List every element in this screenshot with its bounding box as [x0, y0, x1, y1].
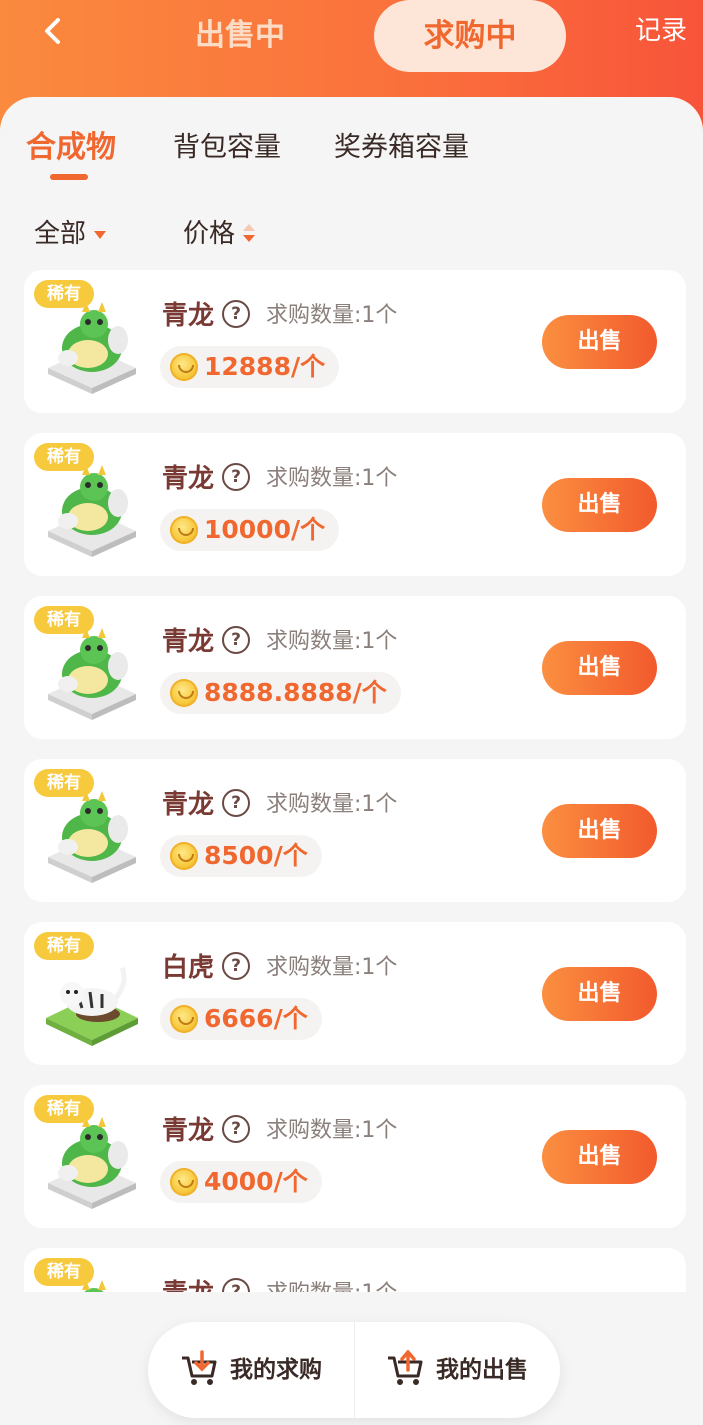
list-item: 稀有 青龙 ? 求购数量:1个 8888.8888/个 出售 — [24, 596, 686, 739]
item-quantity: 求购数量:1个 — [266, 629, 398, 654]
sell-button[interactable]: 出售 — [542, 478, 657, 532]
help-icon[interactable]: ? — [222, 952, 250, 980]
coin-icon — [170, 353, 198, 381]
item-price: 6666/个 — [160, 998, 322, 1040]
help-icon[interactable]: ? — [222, 1115, 250, 1143]
my-sell-button[interactable]: 我的出售 — [436, 1322, 528, 1418]
coin-icon — [170, 679, 198, 707]
price-value: 12888/个 — [204, 352, 326, 381]
list-item: 稀有 青龙 ? 求购数量:1个 8500/个 出售 — [24, 759, 686, 902]
category-filter-label: 全部 — [34, 219, 87, 249]
item-name: 青龙 — [162, 301, 215, 331]
price-value: 8888.8888/个 — [204, 678, 387, 707]
help-icon[interactable]: ? — [222, 300, 250, 328]
active-tab-indicator — [50, 174, 88, 180]
green-dragon-icon — [42, 296, 142, 396]
item-price: 12888/个 — [160, 346, 340, 388]
item-name: 青龙 — [162, 1116, 215, 1146]
help-icon[interactable]: ? — [222, 789, 250, 817]
my-buy-button[interactable]: 我的求购 — [230, 1322, 322, 1418]
purchase-list: 稀有 青龙 ? 求购数量:1个 12888/个 出售 稀有 青龙 ? 求购数量:… — [24, 270, 686, 1292]
item-price: 4000/个 — [160, 1161, 322, 1203]
item-price: 8500/个 — [160, 835, 322, 877]
rarity-badge: 稀有 — [34, 280, 94, 308]
rarity-badge: 稀有 — [34, 769, 94, 797]
bottom-divider — [354, 1322, 355, 1418]
item-name: 青龙 — [162, 627, 215, 657]
help-icon[interactable]: ? — [222, 1278, 250, 1292]
back-icon[interactable] — [36, 14, 70, 48]
item-price: 10000/个 — [160, 509, 340, 551]
caret-down-icon — [94, 230, 107, 239]
list-item: 稀有 青龙 ? 求购数量:1个 4000/个 出售 — [24, 1085, 686, 1228]
item-quantity: 求购数量:1个 — [266, 1274, 397, 1292]
price-sort-label: 价格 — [183, 219, 236, 249]
sell-button[interactable]: 出售 — [542, 641, 657, 695]
rarity-badge: 稀有 — [34, 1258, 94, 1286]
item-quantity: 求购数量:1个 — [266, 792, 398, 817]
item-price: 8888.8888/个 — [160, 672, 401, 714]
price-value: 6666/个 — [204, 1004, 308, 1033]
item-name: 青龙 — [162, 464, 215, 494]
green-dragon-icon — [42, 1111, 142, 1211]
rarity-badge: 稀有 — [34, 1095, 94, 1123]
sell-button[interactable]: 出售 — [542, 967, 657, 1021]
price-sort[interactable]: 价格 — [183, 212, 256, 256]
item-name: 白虎 — [162, 953, 215, 983]
list-item: 稀有 青龙 ? 求购数量:1个 12888/个 出售 — [24, 270, 686, 413]
tab-selling[interactable]: 出售中 — [160, 6, 320, 66]
price-value: 8500/个 — [204, 841, 308, 870]
item-quantity: 求购数量:1个 — [266, 1118, 398, 1143]
coin-icon — [170, 1005, 198, 1033]
sell-button[interactable]: 出售 — [542, 1130, 657, 1184]
category-filter[interactable]: 全部 — [34, 212, 107, 256]
coin-icon — [170, 1168, 198, 1196]
tab-ticket-box-capacity[interactable]: 奖券箱容量 — [334, 128, 469, 168]
price-value: 4000/个 — [204, 1167, 308, 1196]
item-quantity: 求购数量:1个 — [266, 466, 398, 491]
coin-icon — [170, 842, 198, 870]
item-name: 青龙 — [162, 790, 215, 820]
green-dragon-icon — [42, 622, 142, 722]
item-name: 青龙 — [162, 1274, 214, 1292]
sell-button[interactable]: 出售 — [542, 315, 657, 369]
green-dragon-icon — [42, 785, 142, 885]
coin-icon — [170, 516, 198, 544]
cart-download-icon[interactable] — [180, 1350, 218, 1388]
list-item: 稀有 青龙 ? 求购数量:1个 10000/个 出售 — [24, 433, 686, 576]
tab-synthetic[interactable]: 合成物 — [26, 128, 116, 168]
green-dragon-icon — [42, 459, 142, 559]
white-tiger-icon — [42, 948, 142, 1048]
sort-icon — [243, 223, 256, 246]
tab-buying[interactable]: 求购中 — [374, 0, 566, 72]
cart-upload-icon[interactable] — [386, 1349, 424, 1388]
tab-backpack-capacity[interactable]: 背包容量 — [173, 128, 281, 168]
list-item: 稀有 青龙 ? 求购数量:1个 出售 — [24, 1248, 686, 1292]
rarity-badge: 稀有 — [34, 932, 94, 960]
list-item: 稀有 白虎 ? 求购数量:1个 6666/个 出售 — [24, 922, 686, 1065]
rarity-badge: 稀有 — [34, 606, 94, 634]
category-tabs: 合成物 背包容量 奖券箱容量 — [0, 118, 703, 188]
item-quantity: 求购数量:1个 — [266, 303, 398, 328]
help-icon[interactable]: ? — [222, 626, 250, 654]
sell-button[interactable]: 出售 — [542, 804, 657, 858]
rarity-badge: 稀有 — [34, 443, 94, 471]
price-value: 10000/个 — [204, 515, 326, 544]
bottom-action-bar: 我的求购 我的出售 — [148, 1322, 560, 1418]
item-quantity: 求购数量:1个 — [266, 955, 398, 980]
record-link[interactable]: 记录 — [626, 8, 696, 54]
help-icon[interactable]: ? — [222, 463, 250, 491]
